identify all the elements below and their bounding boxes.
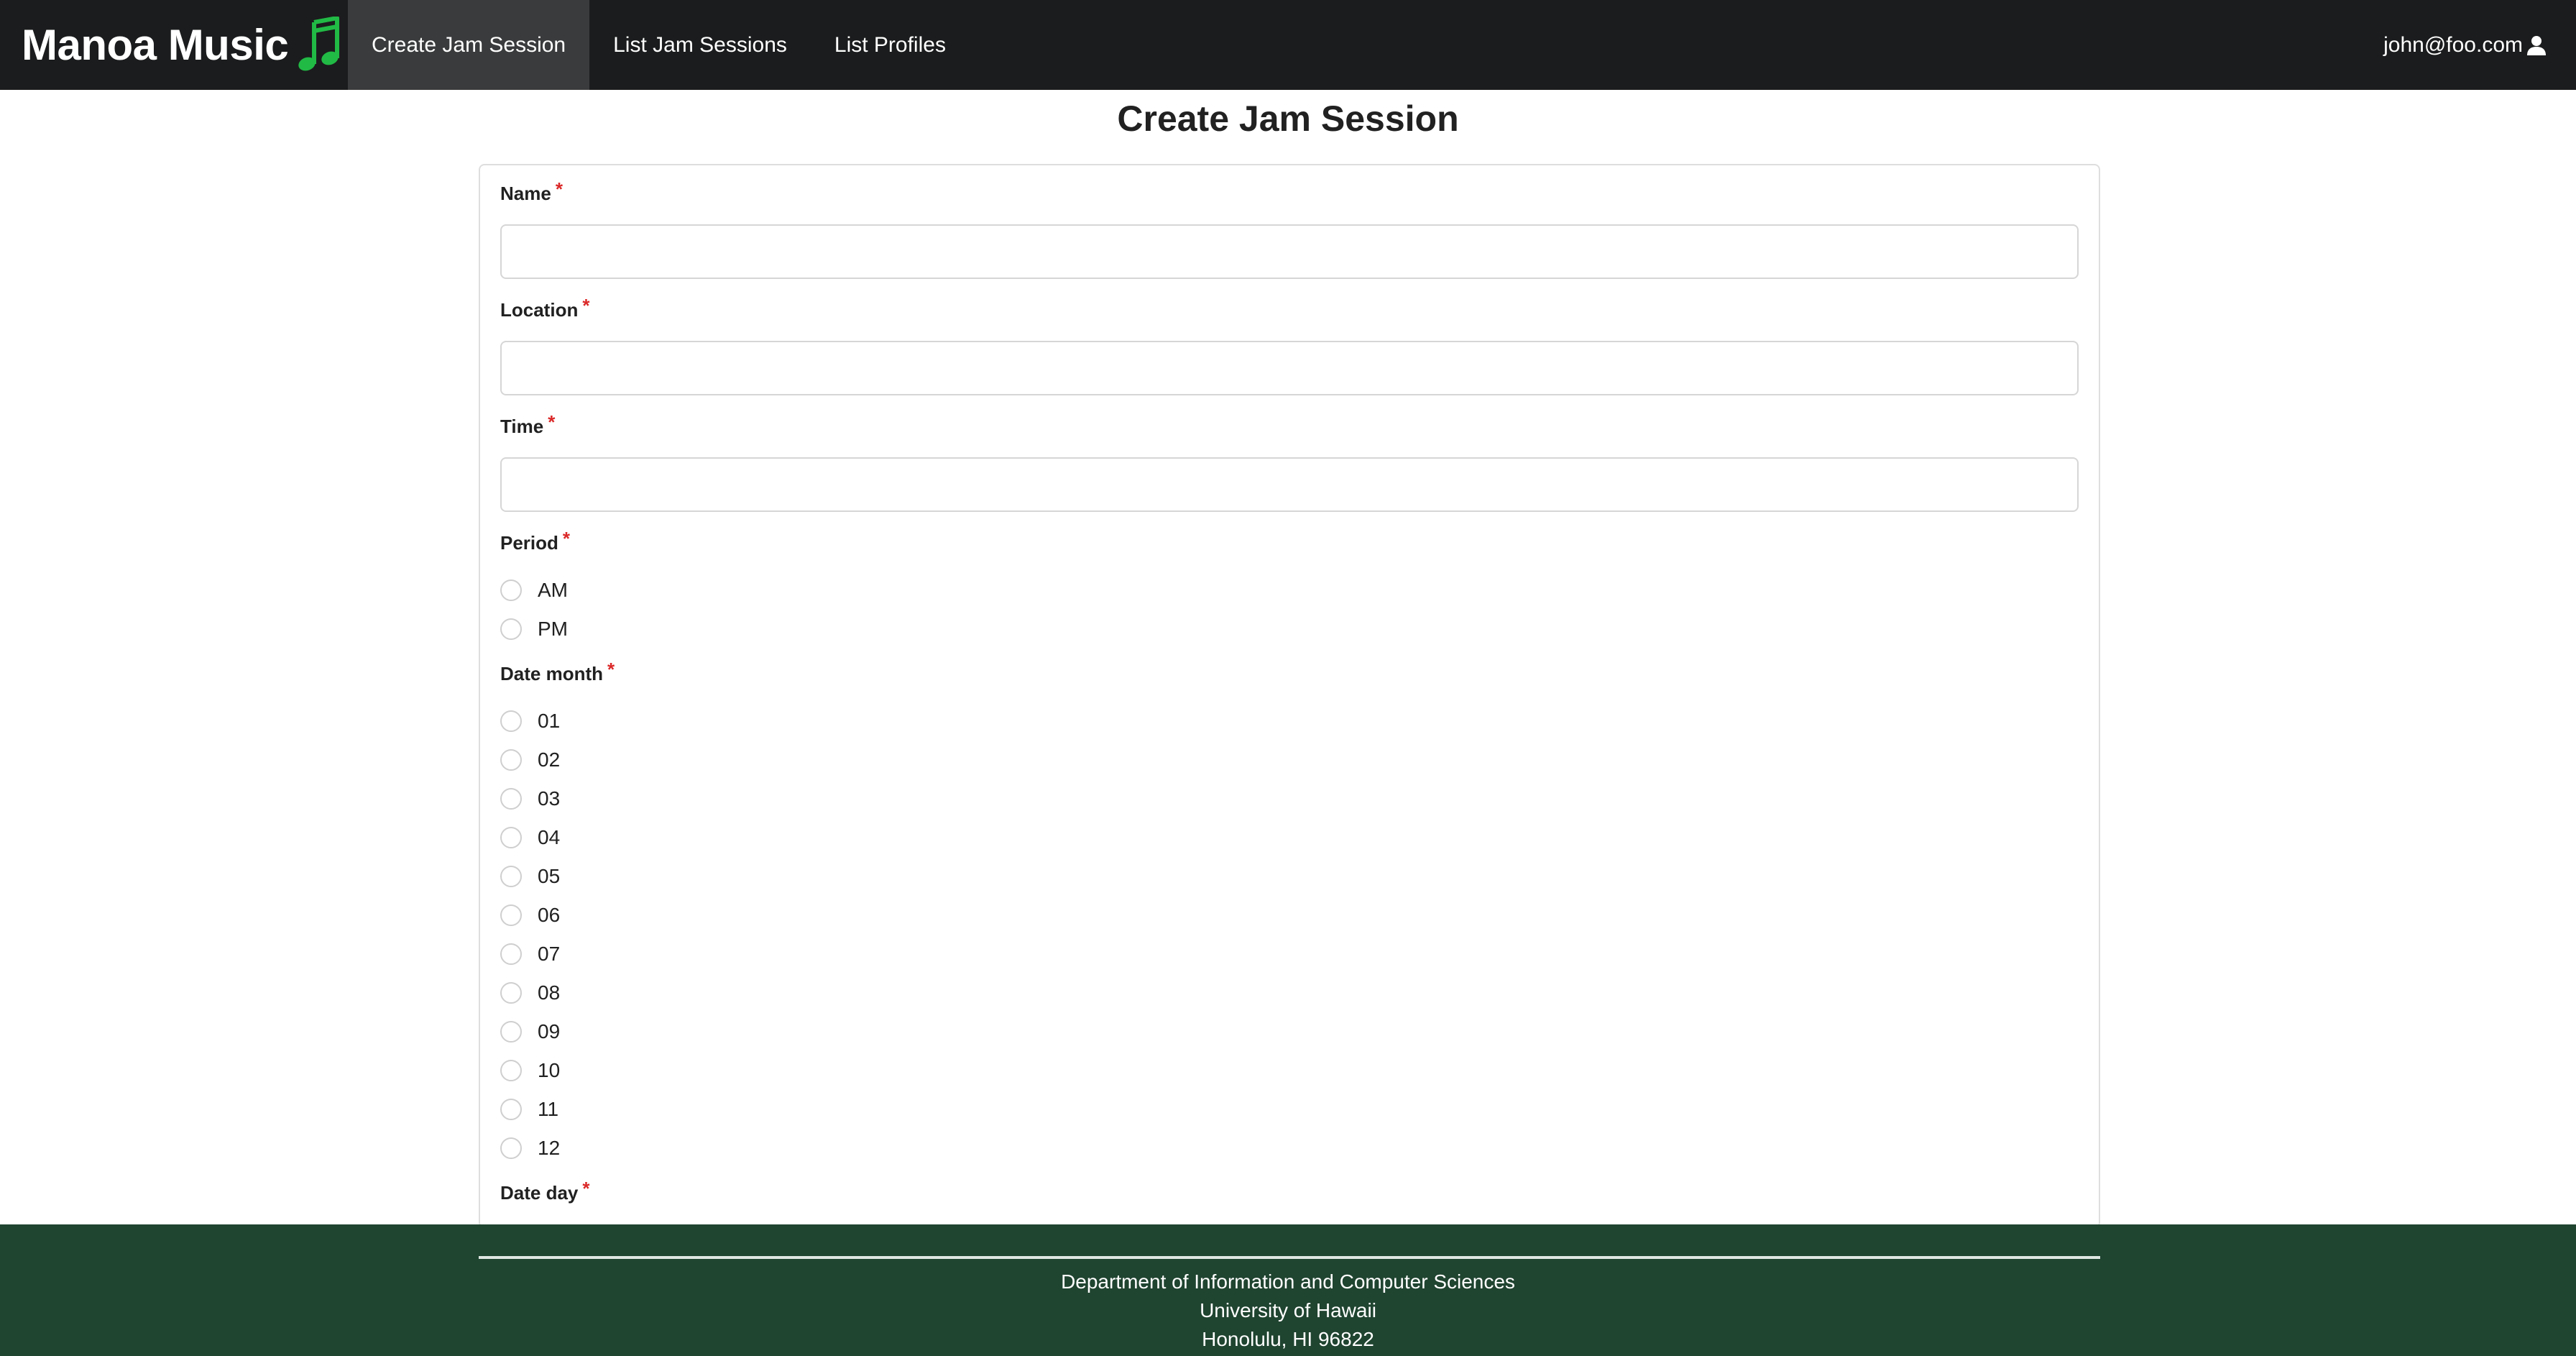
period-option-pm[interactable]: PM [500, 610, 2079, 649]
create-jam-session-form: Name * Location * Time * Period * AM PM Date… [479, 164, 2100, 1228]
month-option[interactable]: 07 [500, 935, 2079, 974]
time-input[interactable] [500, 457, 2079, 512]
nav-create-jam-session[interactable]: Create Jam Session [348, 0, 590, 90]
name-label: Name * [500, 178, 563, 204]
radio-button[interactable] [500, 943, 522, 965]
nav-list-jam-sessions[interactable]: List Jam Sessions [589, 0, 811, 90]
name-input[interactable] [500, 224, 2079, 279]
required-marker: * [562, 528, 571, 549]
required-marker: * [607, 659, 615, 680]
period-radio-group: AM PM [500, 571, 2079, 649]
radio-button[interactable] [500, 904, 522, 926]
music-note-icon [298, 16, 340, 70]
footer-department: Department of Information and Computer S… [1061, 1270, 1515, 1293]
date-month-radio-group: 01 02 03 04 05 06 07 08 09 10 11 12 [500, 702, 2079, 1168]
footer-address: Department of Information and Computer S… [0, 1268, 2576, 1354]
month-option[interactable]: 01 [500, 702, 2079, 741]
radio-button[interactable] [500, 579, 522, 601]
radio-button[interactable] [500, 1099, 522, 1120]
footer-divider [479, 1256, 2100, 1259]
user-menu[interactable]: john@foo.com [2383, 0, 2576, 90]
required-marker: * [582, 1178, 590, 1199]
time-label: Time * [500, 411, 556, 437]
location-label: Location * [500, 295, 590, 321]
user-icon [2527, 35, 2546, 55]
period-label: Period * [500, 528, 571, 554]
radio-button[interactable] [500, 866, 522, 887]
month-option[interactable]: 04 [500, 818, 2079, 857]
month-option[interactable]: 11 [500, 1090, 2079, 1129]
month-option[interactable]: 09 [500, 1012, 2079, 1051]
month-option[interactable]: 06 [500, 896, 2079, 935]
radio-button[interactable] [500, 710, 522, 732]
month-option[interactable]: 08 [500, 974, 2079, 1012]
radio-button[interactable] [500, 1137, 522, 1159]
month-option[interactable]: 05 [500, 857, 2079, 896]
nav-list-profiles[interactable]: List Profiles [811, 0, 970, 90]
radio-button[interactable] [500, 788, 522, 810]
date-day-label: Date day * [500, 1178, 590, 1204]
radio-button[interactable] [500, 1060, 522, 1081]
month-option[interactable]: 02 [500, 741, 2079, 779]
required-marker: * [555, 178, 563, 200]
radio-button[interactable] [500, 749, 522, 771]
footer-university: University of Hawaii [1200, 1299, 1376, 1321]
date-month-label: Date month * [500, 659, 615, 684]
brand-title: Manoa Music [22, 21, 289, 69]
footer-city: Honolulu, HI 96822 [1202, 1328, 1374, 1350]
required-marker: * [582, 295, 590, 316]
month-option[interactable]: 12 [500, 1129, 2079, 1168]
radio-button[interactable] [500, 618, 522, 640]
location-input[interactable] [500, 341, 2079, 395]
radio-button[interactable] [500, 1021, 522, 1043]
brand-link[interactable]: Manoa Music [0, 0, 348, 90]
period-option-am[interactable]: AM [500, 571, 2079, 610]
month-option[interactable]: 03 [500, 779, 2079, 818]
user-email: john@foo.com [2383, 32, 2523, 57]
top-navbar: Manoa Music Create Jam Session List Jam … [0, 0, 2576, 90]
radio-button[interactable] [500, 982, 522, 1004]
month-option[interactable]: 10 [500, 1051, 2079, 1090]
footer: Department of Information and Computer S… [0, 1224, 2576, 1356]
radio-button[interactable] [500, 827, 522, 848]
page-title: Create Jam Session [1117, 99, 1459, 139]
required-marker: * [548, 411, 556, 433]
